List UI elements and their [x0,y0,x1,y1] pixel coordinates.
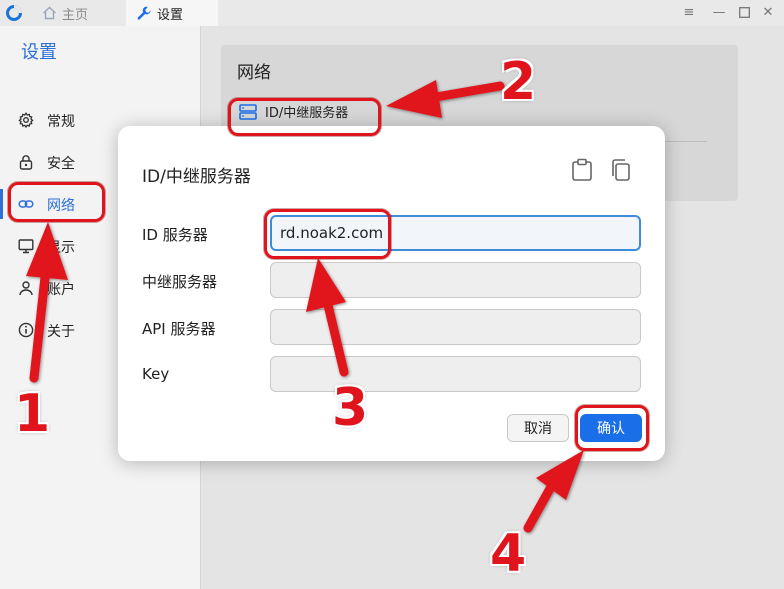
sidebar-item-label: 账户 [47,282,75,298]
maximize-icon[interactable] [736,5,752,21]
copy-icon[interactable] [610,158,632,182]
tab-settings-label: 设置 [157,7,184,23]
sidebar-title: 设置 [21,42,57,63]
relay-server-input[interactable] [270,262,641,298]
server-icon [239,103,257,120]
tab-settings[interactable]: 设置 [126,0,218,26]
user-icon [19,281,33,296]
server-dialog: ID/中继服务器 ID 服务器 中继服务器 API 服务器 Key 取消 确认 [118,126,665,461]
sidebar-item-label: 安全 [47,156,75,172]
id-server-input[interactable] [270,215,641,251]
ok-button[interactable]: 确认 [580,414,642,442]
paste-icon[interactable] [571,158,593,182]
app-logo-icon [6,5,22,21]
gear-icon [18,112,34,128]
wrench-icon [137,6,151,20]
sidebar-item-label: 常规 [47,114,75,130]
tab-home-label: 主页 [62,7,89,23]
tab-home[interactable]: 主页 [42,0,88,26]
menu-icon[interactable]: ≡ [681,5,697,21]
info-icon [18,322,34,338]
title-bar: 主页 设置 ≡ — ✕ [0,0,784,26]
relay-server-label: 中继服务器 [142,273,218,291]
server-link-label: ID/中继服务器 [265,106,349,121]
sidebar-item-label: 关于 [47,324,75,340]
monitor-icon [18,239,34,254]
lock-icon [19,155,33,170]
key-label: Key [142,365,170,383]
id-server-label: ID 服务器 [142,226,208,244]
cancel-button[interactable]: 取消 [507,414,569,442]
server-settings-link[interactable]: ID/中继服务器 [239,102,348,121]
key-input[interactable] [270,356,641,392]
dialog-title: ID/中继服务器 [142,167,251,187]
api-server-input[interactable] [270,309,641,345]
api-server-label: API 服务器 [142,320,216,338]
home-icon [43,6,56,20]
sidebar-item-label: 显示 [47,240,75,256]
minimize-icon[interactable]: — [711,5,727,21]
link-icon [18,200,34,208]
sidebar-item-label: 网络 [47,198,75,214]
close-icon[interactable]: ✕ [760,5,776,21]
active-indicator [0,189,3,219]
card-title: 网络 [237,63,271,83]
